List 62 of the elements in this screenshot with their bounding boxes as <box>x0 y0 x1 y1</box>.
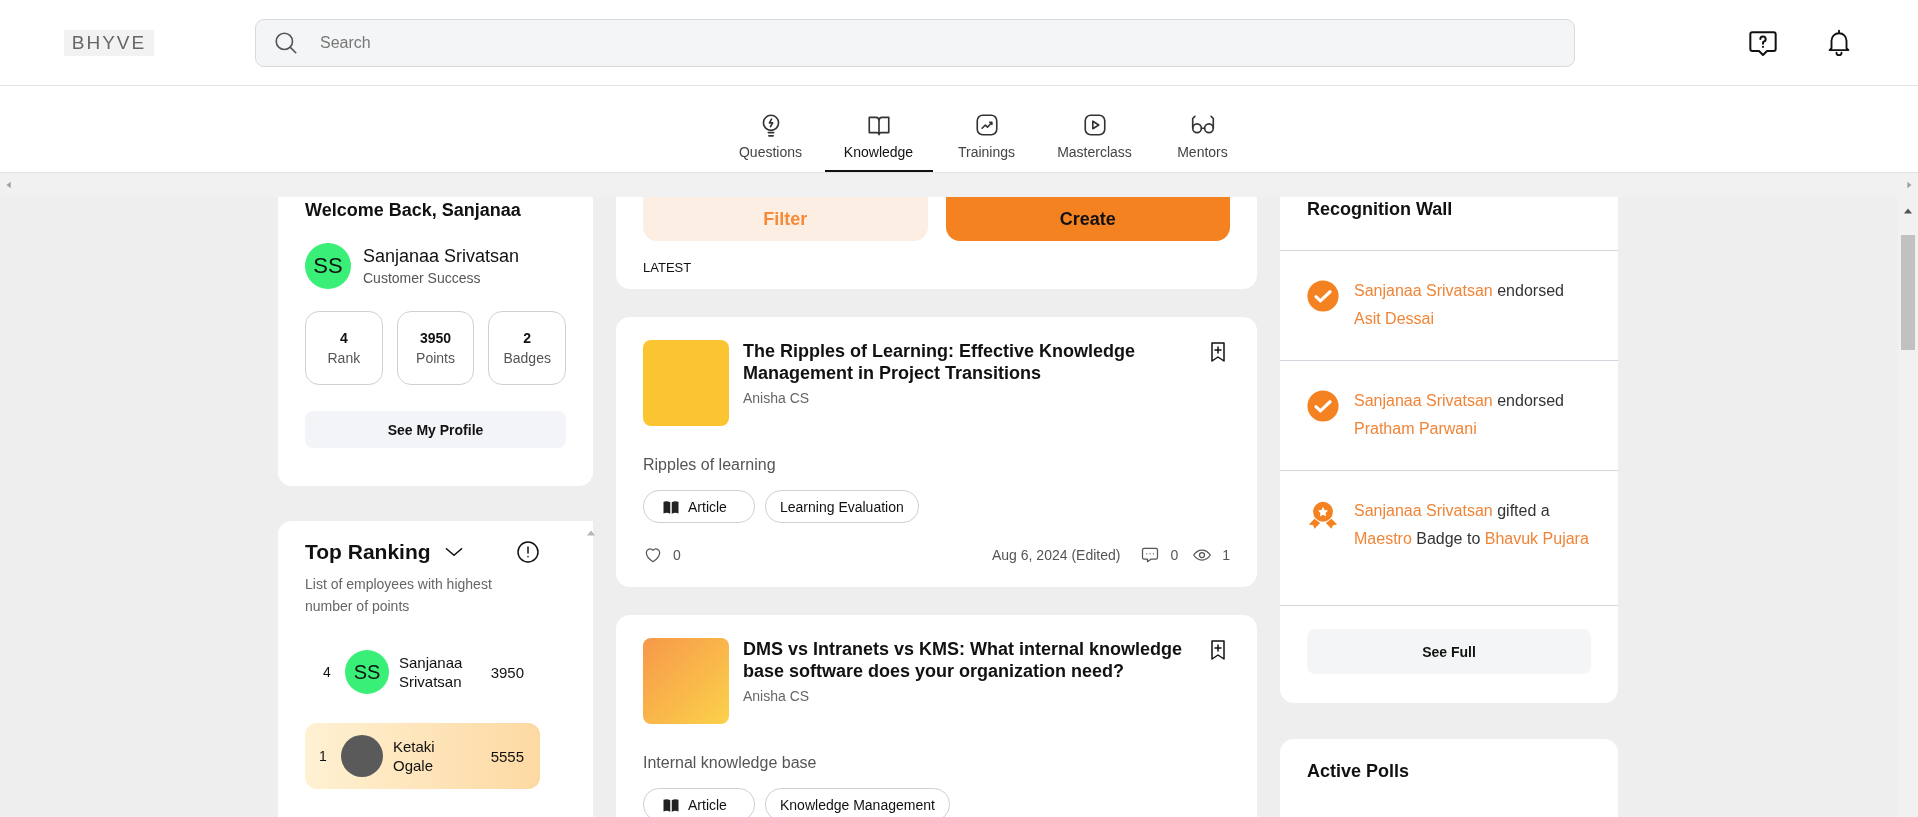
post-title[interactable]: The Ripples of Learning: Effective Knowledge Management in Project Transitions <box>743 340 1202 384</box>
description-text: List of employees with highest number of points <box>305 575 493 616</box>
logo[interactable]: BHYVE <box>64 29 154 56</box>
trend-chart-icon <box>973 112 1000 138</box>
scroll-left-icon <box>4 180 14 190</box>
search-icon <box>273 29 299 56</box>
card-title: Welcome Back, Sanjanaa <box>305 200 522 221</box>
user-name: Sanjanaa Srivatsan <box>399 653 464 691</box>
topic-tag[interactable]: Learning Evaluation <box>765 490 919 523</box>
view-count: 1 <box>1222 547 1230 563</box>
post-title[interactable]: DMS vs Intranets vs KMS: What internal knowledge base software does your organization need? <box>743 638 1202 682</box>
post-date: Aug 6, 2024 (Edited) <box>992 547 1121 563</box>
nav-tab[interactable]: Questions <box>716 112 825 172</box>
post-description: Internal knowledge base <box>643 754 818 772</box>
post-card[interactable]: DMS vs Intranets vs KMS: What internal knowledge base software does your organization need? Anisha CS Internal knowledge base Article Knowledge Management <box>616 615 1257 817</box>
see-my-profile-button[interactable]: See My Profile <box>305 411 566 448</box>
stat-value: 2 <box>523 330 532 346</box>
scrollbar-thumb[interactable] <box>1901 235 1915 350</box>
nav-tab[interactable]: Mentors <box>1148 112 1257 172</box>
check-circle-icon <box>1306 389 1340 423</box>
stat-label: Rank <box>327 350 361 366</box>
nav-tab[interactable]: Masterclass <box>1040 112 1149 172</box>
type-tag[interactable]: Article <box>643 490 755 523</box>
check-circle-icon <box>1306 279 1340 313</box>
post-card[interactable]: The Ripples of Learning: Effective Knowledge Management in Project Transitions Anisha CS Ripples of learning Article Learning Evaluation 0 Aug 6, 2024 (Edited) 0 1 <box>616 317 1257 587</box>
user-avatar: SS <box>345 650 389 694</box>
see-full-button[interactable]: See Full <box>1307 629 1591 674</box>
card-title: Top Ranking <box>305 540 431 564</box>
ranking-row[interactable]: 4 SS Sanjanaa Srivatsan 3950 <box>305 639 540 705</box>
search-field[interactable]: Search <box>255 18 1575 67</box>
section-label: LATEST <box>643 260 693 275</box>
comment-icon[interactable] <box>1140 545 1161 565</box>
recognition-text: Sanjanaa Srivatsan gifted a Maestro Badge to Bhavuk Pujara <box>1354 501 1590 549</box>
like-count: 0 <box>673 547 681 563</box>
points-value: 3950 <box>490 663 524 681</box>
author-name: Anisha CS <box>743 390 811 406</box>
stat-label: Points <box>416 350 455 366</box>
stat-value: 3950 <box>419 330 452 346</box>
nav-tab[interactable]: Trainings <box>932 112 1041 172</box>
user-avatar: SS <box>305 243 351 289</box>
play-icon <box>1081 112 1108 138</box>
stat-value: 4 <box>339 330 348 346</box>
rank-number: 1 <box>319 748 328 764</box>
points-value: 5555 <box>490 747 524 765</box>
card-title: Active Polls <box>1307 761 1411 782</box>
recognition-text: Sanjanaa Srivatsan endorsed Pratham Parwani <box>1354 391 1565 439</box>
scroll-right-icon <box>1904 180 1914 190</box>
user-name: Sanjanaa Srivatsan <box>363 246 520 267</box>
heart-icon[interactable] <box>643 545 663 565</box>
author-name: Anisha CS <box>743 688 811 704</box>
comment-count: 0 <box>1170 547 1179 563</box>
post-description: Ripples of learning <box>643 456 777 474</box>
create-button[interactable]: Create <box>945 197 1230 241</box>
rank-number: 4 <box>323 664 332 680</box>
user-name: Ketaki Ogale <box>393 737 436 775</box>
avatar-placeholder <box>341 735 383 777</box>
user-role: Customer Success <box>363 270 482 286</box>
card-title: Recognition Wall <box>1280 197 1618 251</box>
info-icon[interactable] <box>516 540 540 564</box>
ranking-row[interactable]: 1 Ketaki Ogale 5555 <box>305 723 540 789</box>
recognition-text: Sanjanaa Srivatsan endorsed Asit Dessai <box>1354 281 1565 329</box>
stat-label: Badges <box>503 350 551 366</box>
